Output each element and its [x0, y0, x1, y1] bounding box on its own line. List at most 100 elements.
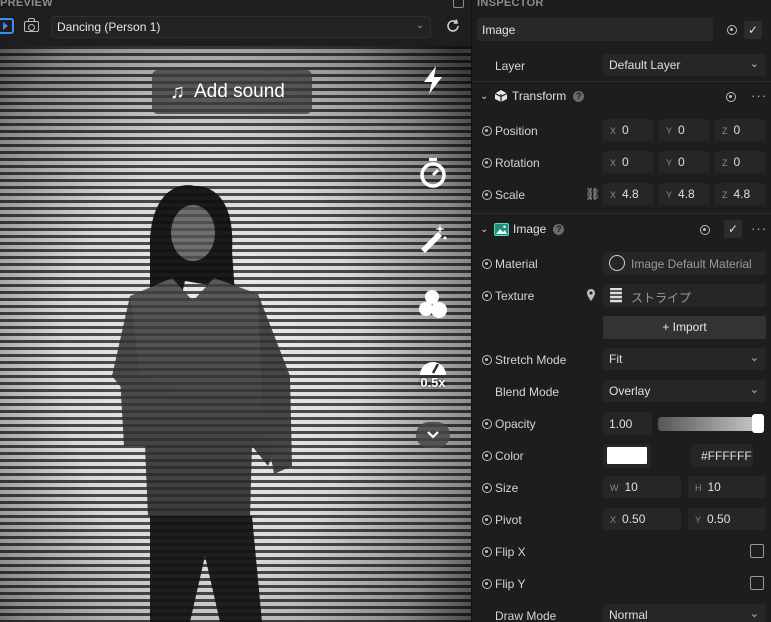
- section-divider: [472, 213, 771, 214]
- effects-icon[interactable]: [410, 282, 456, 326]
- help-icon[interactable]: ?: [553, 223, 565, 235]
- link-icon[interactable]: ⛓: [585, 187, 600, 201]
- more-options-icon[interactable]: ···: [751, 221, 767, 236]
- help-icon[interactable]: ?: [573, 90, 585, 102]
- visibility-icon[interactable]: [727, 25, 737, 35]
- keyframe-dot-icon[interactable]: [482, 259, 492, 269]
- position-z-field[interactable]: Z0: [715, 119, 765, 141]
- scale-z-field[interactable]: Z 4.8: [715, 183, 765, 205]
- import-button[interactable]: + Import: [603, 316, 766, 339]
- color-hex-input[interactable]: #FFFFFF: [691, 444, 753, 467]
- axis-label: Y: [666, 190, 673, 200]
- size-label: Size: [495, 481, 519, 495]
- music-note-icon: ♫: [170, 80, 185, 103]
- rotation-y-field[interactable]: Y0: [659, 151, 709, 173]
- layer-dropdown[interactable]: Default Layer ⌄: [603, 54, 766, 76]
- size-h-field[interactable]: H 10: [688, 476, 766, 498]
- material-field[interactable]: Image Default Material: [603, 252, 766, 275]
- rotation-x-value: 0: [622, 155, 629, 169]
- popout-icon[interactable]: [453, 0, 464, 8]
- rotation-label: Rotation: [495, 156, 540, 170]
- keyframe-dot-icon[interactable]: [482, 579, 492, 589]
- pivot-x-value: 0.50: [622, 512, 646, 526]
- axis-label: H: [695, 483, 702, 493]
- visibility-icon[interactable]: [726, 92, 736, 102]
- keyframe-dot-icon[interactable]: [482, 158, 492, 168]
- more-options-icon[interactable]: ···: [751, 88, 767, 103]
- keyframe-dot-icon[interactable]: [482, 515, 492, 525]
- object-name-input[interactable]: Image: [477, 18, 713, 41]
- pivot-y-value: 0.50: [707, 512, 731, 526]
- scale-x-field[interactable]: X 4.8: [603, 183, 653, 205]
- opacity-input[interactable]: 1.00: [603, 412, 652, 435]
- scale-z-value: 4.8: [733, 187, 751, 201]
- image-section-header[interactable]: ⌄ Image ?: [480, 222, 565, 236]
- timer-icon[interactable]: [410, 151, 456, 195]
- refresh-icon[interactable]: [444, 17, 462, 35]
- keyframe-dot-icon[interactable]: [482, 547, 492, 557]
- flash-icon[interactable]: [410, 58, 456, 102]
- preview-source-value: Dancing (Person 1): [57, 20, 161, 34]
- rotation-z-field[interactable]: Z0: [715, 151, 765, 173]
- material-label: Material: [495, 257, 538, 271]
- enabled-checkbox[interactable]: ✓: [724, 220, 742, 238]
- keyframe-dot-icon[interactable]: [482, 483, 492, 493]
- preview-viewport[interactable]: ♫ Add sound 0.5x: [0, 46, 471, 622]
- transform-title: Transform: [512, 89, 567, 103]
- preview-panel-title: PREVIEW: [0, 0, 53, 9]
- texture-field[interactable]: ストライプ: [603, 284, 766, 307]
- transform-section-header[interactable]: ⌄ Transform ?: [480, 89, 585, 103]
- draw-mode-dropdown[interactable]: Normal ⌄: [603, 604, 766, 622]
- pivot-y-field[interactable]: Y 0.50: [688, 508, 766, 530]
- magic-wand-icon[interactable]: [410, 216, 456, 260]
- keyframe-dot-icon[interactable]: [482, 419, 492, 429]
- position-y-field[interactable]: Y0: [659, 119, 709, 141]
- stretch-mode-value: Fit: [609, 352, 623, 366]
- material-value: Image Default Material: [631, 257, 752, 271]
- enabled-checkbox[interactable]: ✓: [744, 21, 762, 39]
- camera-icon[interactable]: [24, 18, 40, 34]
- inspector-panel: INSPECTOR Image ✓ Layer Default Layer ⌄ …: [471, 0, 771, 622]
- rotation-y-value: 0: [678, 155, 685, 169]
- scale-y-field[interactable]: Y 4.8: [659, 183, 709, 205]
- size-w-value: 10: [624, 480, 638, 494]
- draw-mode-label: Draw Mode: [495, 609, 557, 622]
- keyframe-dot-icon[interactable]: [482, 291, 492, 301]
- video-icon[interactable]: [0, 18, 14, 34]
- collapse-caret-icon: ⌄: [480, 90, 489, 102]
- stretch-mode-dropdown[interactable]: Fit ⌄: [603, 348, 766, 370]
- add-sound-button[interactable]: ♫ Add sound: [152, 70, 312, 114]
- draw-mode-value: Normal: [609, 608, 648, 622]
- flip-y-checkbox[interactable]: [750, 576, 764, 590]
- blend-mode-dropdown[interactable]: Overlay ⌄: [603, 380, 766, 402]
- axis-label: X: [610, 515, 617, 525]
- layer-value: Default Layer: [609, 58, 681, 72]
- material-icon: [609, 255, 625, 271]
- visibility-icon[interactable]: [700, 225, 710, 235]
- position-x-value: 0: [622, 123, 629, 137]
- pivot-x-field[interactable]: X 0.50: [603, 508, 681, 530]
- preview-toolbar: Dancing (Person 1) ⌄: [0, 12, 471, 42]
- position-label: Position: [495, 124, 538, 138]
- flip-y-label: Flip Y: [495, 577, 526, 591]
- opacity-label: Opacity: [495, 417, 536, 431]
- position-x-field[interactable]: X0: [603, 119, 653, 141]
- axis-label: W: [610, 483, 619, 493]
- keyframe-dot-icon[interactable]: [482, 190, 492, 200]
- keyframe-dot-icon[interactable]: [482, 126, 492, 136]
- chevron-down-icon: ⌄: [749, 352, 759, 364]
- transform-icon: [494, 90, 508, 102]
- keyframe-dot-icon[interactable]: [482, 451, 492, 461]
- pin-icon[interactable]: [586, 289, 596, 301]
- more-tools-button[interactable]: [416, 422, 450, 448]
- opacity-slider[interactable]: [658, 417, 764, 431]
- keyframe-dot-icon[interactable]: [482, 355, 492, 365]
- size-w-field[interactable]: W 10: [603, 476, 681, 498]
- flip-x-checkbox[interactable]: [750, 544, 764, 558]
- preview-source-select[interactable]: Dancing (Person 1) ⌄: [51, 16, 431, 38]
- rotation-x-field[interactable]: X0: [603, 151, 653, 173]
- rotation-z-value: 0: [733, 155, 741, 169]
- color-swatch-button[interactable]: [603, 444, 651, 468]
- flip-x-label: Flip X: [495, 545, 526, 559]
- opacity-slider-thumb[interactable]: [752, 414, 764, 433]
